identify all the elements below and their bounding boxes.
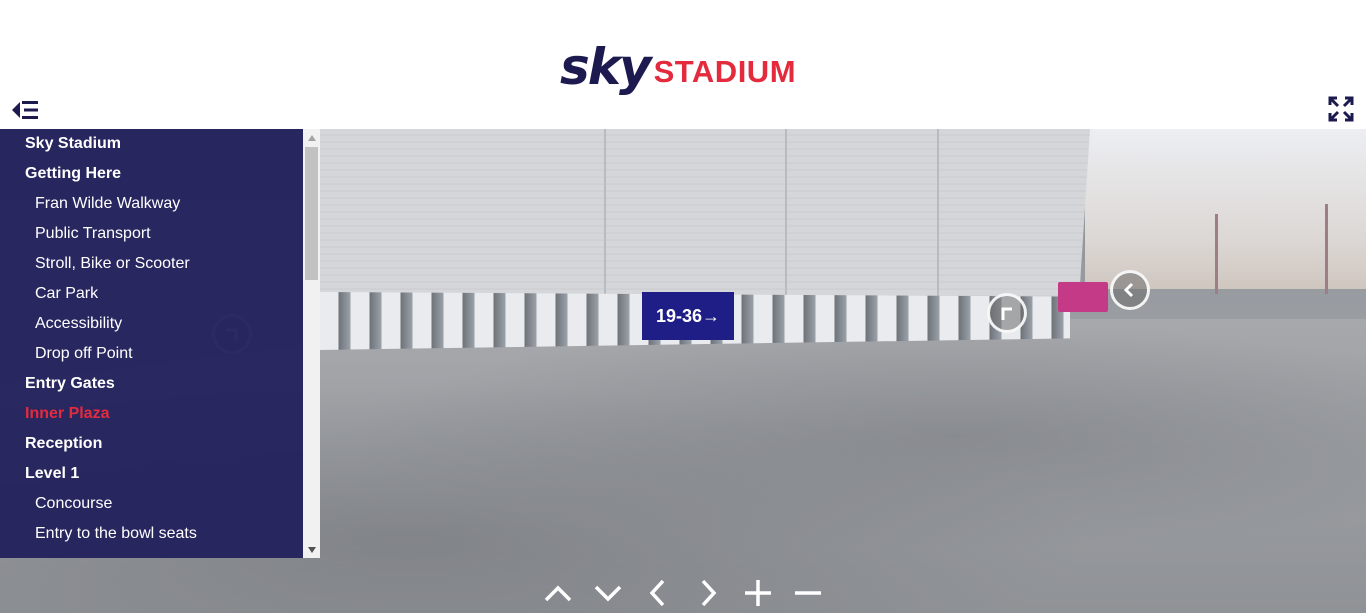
menu-item-getting-here[interactable]: Getting Here	[0, 159, 303, 189]
header: sky STADIUM	[0, 0, 1366, 129]
menu-item-fran-wilde-walkway[interactable]: Fran Wilde Walkway	[0, 189, 303, 219]
zoom-out-icon[interactable]	[790, 575, 826, 611]
menu-list: Sky Stadium Getting Here Fran Wilde Walkwa…	[0, 129, 303, 549]
scroll-thumb[interactable]	[305, 147, 318, 280]
menu-scrollbar[interactable]	[303, 129, 320, 558]
fullscreen-icon[interactable]	[1327, 95, 1355, 123]
menu-item-accessibility[interactable]: Accessibility	[0, 309, 303, 339]
chevron-left-icon[interactable]	[640, 575, 676, 611]
crane	[1325, 204, 1328, 294]
wall-seam	[785, 129, 787, 297]
menu-item-public-transport[interactable]: Public Transport	[0, 219, 303, 249]
sky-stadium-logo[interactable]: sky STADIUM	[560, 34, 796, 94]
menu-item-inner-plaza[interactable]: Inner Plaza	[0, 399, 303, 429]
menu-item-stroll-bike-or-scooter[interactable]: Stroll, Bike or Scooter	[0, 249, 303, 279]
zoom-in-icon[interactable]	[740, 575, 776, 611]
view-controls	[540, 575, 826, 611]
menu-item-drop-off-point[interactable]: Drop off Point	[0, 339, 303, 369]
menu-item-reception[interactable]: Reception	[0, 429, 303, 459]
pink-trailer	[1058, 282, 1108, 312]
chevron-left-hotspot-icon[interactable]	[1110, 270, 1150, 310]
menu-collapse-icon[interactable]	[11, 98, 41, 122]
menu-item-entry-to-the-bowl-seats[interactable]: Entry to the bowl seats	[0, 519, 303, 549]
scroll-up-arrow-icon[interactable]	[303, 129, 320, 146]
stadium-wall	[320, 129, 1090, 297]
gate-banner: 19-36→	[642, 292, 734, 340]
wall-seam	[937, 129, 939, 297]
menu-item-level-1[interactable]: Level 1	[0, 459, 303, 489]
chevron-up-icon[interactable]	[540, 575, 576, 611]
turn-right-hotspot-icon[interactable]	[987, 293, 1027, 333]
menu-item-car-park[interactable]: Car Park	[0, 279, 303, 309]
menu-item-sky-stadium[interactable]: Sky Stadium	[0, 129, 303, 159]
tour-menu: Sky Stadium Getting Here Fran Wilde Walkwa…	[0, 129, 303, 558]
sky-area	[1085, 129, 1366, 289]
menu-item-entry-gates[interactable]: Entry Gates	[0, 369, 303, 399]
menu-item-concourse[interactable]: Concourse	[0, 489, 303, 519]
scroll-down-arrow-icon[interactable]	[303, 541, 320, 558]
logo-word: sky	[560, 38, 652, 96]
wall-seam	[604, 129, 606, 297]
chevron-down-icon[interactable]	[590, 575, 626, 611]
crane	[1215, 214, 1218, 294]
logo-sub: STADIUM	[653, 54, 797, 89]
chevron-right-icon[interactable]	[690, 575, 726, 611]
